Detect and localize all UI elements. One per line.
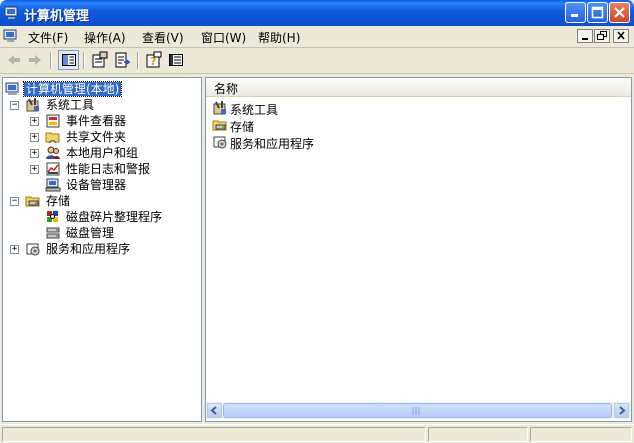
scroll-thumb[interactable] [223, 403, 612, 418]
tree-item-device-manager[interactable]: 设备管理器 [3, 177, 199, 193]
chevron-right-icon [619, 406, 626, 415]
column-header-label: 名称 [214, 82, 239, 96]
tree-item-services-applications[interactable]: + 服务和应用程序 [3, 241, 199, 257]
tree-item-label: 磁盘管理 [66, 226, 115, 240]
child-minimize-button[interactable] [577, 29, 593, 43]
restore-icon [597, 31, 607, 40]
shared-folder-icon [45, 132, 60, 144]
tree-expander[interactable]: + [30, 133, 39, 142]
menu-window[interactable]: 窗口(W) [201, 29, 246, 46]
status-bar [0, 424, 634, 443]
toolbar: ? [0, 48, 634, 74]
minimize-icon [582, 38, 588, 40]
computer-icon [5, 82, 19, 95]
close-icon [614, 7, 625, 18]
chevron-left-icon [210, 406, 217, 415]
defragmenter-icon [47, 211, 58, 222]
tree-item-event-viewer[interactable]: + 事件查看器 [3, 113, 199, 129]
toolbar-separator [50, 52, 52, 69]
computer-management-window: 计算机管理 文件(F) 操作(A) 查看(V) 窗口(W) 帮助(H) ? 计算… [0, 0, 634, 443]
grip-icon [412, 407, 420, 415]
back-arrow-icon[interactable] [5, 51, 23, 69]
list-item-storage[interactable]: 存储 [210, 117, 410, 134]
tree-item-label: 本地用户和组 [66, 146, 139, 160]
status-panel-tertiary [530, 427, 632, 442]
list-item-system-tools[interactable]: 系统工具 [210, 100, 410, 117]
toolbar-separator [137, 52, 139, 69]
storage-icon [212, 120, 227, 131]
menu-action[interactable]: 操作(A) [84, 29, 126, 46]
tree-item-shared-folders[interactable]: + 共享文件夹 [3, 129, 199, 145]
event-viewer-icon [46, 114, 60, 128]
status-panel-main [2, 427, 426, 442]
tree-expander[interactable]: + [10, 245, 19, 254]
tree-item-local-users[interactable]: + 本地用户和组 [3, 145, 199, 161]
device-manager-icon [45, 178, 61, 192]
tree-item-label: 性能日志和警报 [66, 162, 151, 176]
performance-logs-icon [46, 162, 60, 176]
computer-management-icon [4, 6, 18, 19]
close-button[interactable] [609, 2, 630, 23]
help-icon[interactable]: ? [145, 51, 163, 69]
scroll-right-button[interactable] [614, 403, 629, 418]
menu-help[interactable]: 帮助(H) [258, 29, 300, 46]
tree-expander[interactable]: − [10, 197, 19, 206]
menu-view[interactable]: 查看(V) [142, 29, 184, 46]
list-item-services-applications[interactable]: 服务和应用程序 [210, 134, 410, 151]
minimize-button[interactable] [565, 2, 586, 23]
tree-expander[interactable]: + [30, 149, 39, 158]
scroll-left-button[interactable] [207, 403, 222, 418]
tree-item-label: 共享文件夹 [66, 130, 127, 144]
window-title: 计算机管理 [24, 9, 90, 24]
show-hide-tree-button[interactable] [58, 50, 79, 70]
tree-item-label: 存储 [46, 194, 71, 208]
child-close-button[interactable] [613, 29, 629, 43]
list-item-label: 服务和应用程序 [230, 137, 315, 151]
users-icon [46, 146, 60, 159]
maximize-button[interactable] [587, 2, 608, 23]
child-restore-button[interactable] [594, 29, 610, 43]
column-header-name[interactable]: 名称 [206, 78, 631, 97]
tree-item-label: 事件查看器 [66, 114, 127, 128]
tree-item-label: 磁盘碎片整理程序 [66, 210, 163, 224]
list-item-label: 系统工具 [230, 103, 279, 117]
storage-icon [25, 196, 40, 207]
services-applications-icon [26, 243, 40, 256]
tree-item-storage[interactable]: − 存储 [3, 193, 199, 209]
services-applications-icon [213, 136, 227, 149]
tree-item-label: 服务和应用程序 [46, 242, 131, 256]
forward-arrow-icon[interactable] [26, 51, 44, 69]
toolbar-separator [83, 52, 85, 69]
tree-item-label: 计算机管理(本地) [22, 81, 123, 97]
app-menu-icon[interactable] [3, 28, 19, 44]
show-hide-action-pane-icon[interactable] [167, 51, 185, 69]
horizontal-scrollbar[interactable] [206, 402, 631, 419]
system-tools-icon [26, 98, 39, 112]
menu-bar: 文件(F) 操作(A) 查看(V) 窗口(W) 帮助(H) [0, 26, 634, 48]
maximize-icon [591, 6, 604, 19]
tree-item-system-tools[interactable]: − 系统工具 [3, 97, 199, 113]
console-tree-icon [62, 54, 76, 66]
list-item-label: 存储 [230, 120, 255, 134]
minimize-icon [571, 14, 578, 17]
disk-management-icon [46, 227, 60, 239]
tree-item-disk-management[interactable]: 磁盘管理 [3, 225, 199, 241]
tree-item-disk-defragmenter[interactable]: 磁盘碎片整理程序 [3, 209, 199, 225]
properties-icon[interactable] [91, 51, 109, 69]
status-panel-secondary [428, 427, 528, 442]
tree-expander[interactable]: − [10, 101, 19, 110]
console-tree-pane[interactable]: 计算机管理(本地) − 系统工具 + 事件查看器 + 共享文件夹 + 本地用户和… [2, 77, 202, 422]
tree-item-label: 设备管理器 [66, 178, 127, 192]
details-pane[interactable]: 名称 系统工具 存储 服务和应用程序 [205, 77, 632, 422]
menu-file[interactable]: 文件(F) [28, 29, 68, 46]
tree-item-label: 系统工具 [46, 98, 95, 112]
tree-expander[interactable]: + [30, 117, 39, 126]
system-tools-icon [213, 101, 226, 115]
export-list-icon[interactable] [113, 51, 131, 69]
title-bar[interactable]: 计算机管理 [0, 0, 634, 26]
tree-item-performance-logs[interactable]: + 性能日志和警报 [3, 161, 199, 177]
tree-item-computer-management[interactable]: 计算机管理(本地) [3, 81, 199, 97]
tree-expander[interactable]: + [30, 165, 39, 174]
close-icon [617, 31, 625, 40]
